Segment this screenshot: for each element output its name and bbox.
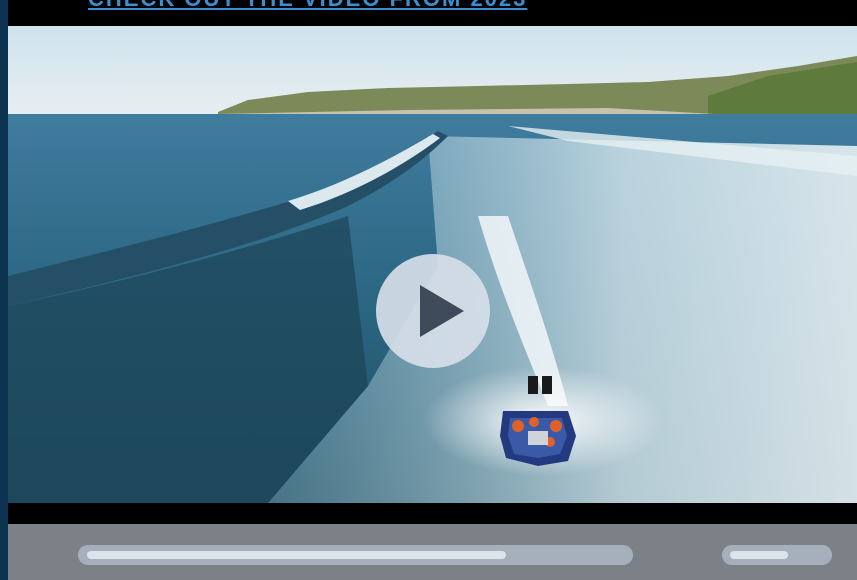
video-frame[interactable]	[8, 26, 857, 503]
video-link[interactable]: CHECK OUT THE VIDEO FROM 2023	[88, 0, 527, 12]
play-button[interactable]	[376, 254, 490, 368]
play-icon	[420, 285, 464, 337]
control-bar	[8, 524, 857, 580]
volume-fill	[730, 551, 788, 559]
volume-slider[interactable]	[722, 545, 832, 565]
progress-fill	[87, 551, 506, 559]
progress-slider[interactable]	[78, 545, 633, 565]
left-border	[0, 0, 8, 580]
page: CHECK OUT THE VIDEO FROM 2023	[0, 0, 857, 580]
video-player: CHECK OUT THE VIDEO FROM 2023	[8, 0, 857, 580]
